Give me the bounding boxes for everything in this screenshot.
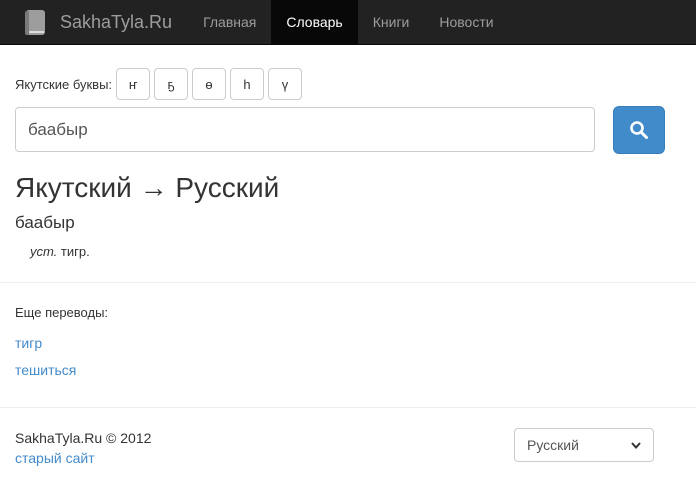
divider (0, 407, 696, 408)
result-meaning: уст. тигр. (30, 244, 90, 259)
more-translations-label: Еще переводы: (15, 305, 109, 320)
translation-link[interactable]: тешиться (15, 362, 76, 378)
old-site-link[interactable]: старый сайт (15, 450, 95, 466)
divider (0, 282, 696, 283)
nav-item-books[interactable]: Книги (358, 0, 425, 44)
translation-link[interactable]: тигр (15, 335, 42, 351)
chevron-down-icon (631, 441, 641, 449)
yakut-letters-bar: Якутские буквы: ҥ ҕ ө һ ү (15, 68, 306, 100)
nav-item-dictionary[interactable]: Словарь (271, 0, 358, 44)
book-icon (25, 9, 45, 35)
nav-item-news[interactable]: Новости (424, 0, 508, 44)
translation-text: тигр. (60, 244, 90, 259)
result-word: баабыр (15, 213, 75, 232)
yakut-letters-label: Якутские буквы: (15, 76, 113, 92)
letter-button[interactable]: ү (268, 68, 303, 100)
language-select[interactable]: Русский (514, 428, 654, 462)
navbar: SakhaTyla.Ru Главная Словарь Книги Новос… (0, 0, 696, 45)
letter-button[interactable]: һ (230, 68, 265, 100)
translation-direction-title: Якутский → Русский (15, 172, 280, 203)
language-select-value: Русский (527, 437, 579, 453)
nav-item-home[interactable]: Главная (188, 0, 271, 44)
usage-note: уст. (30, 244, 58, 259)
search-button[interactable] (613, 106, 665, 154)
search-icon (630, 121, 648, 139)
brand-link[interactable]: SakhaTyla.Ru (0, 0, 188, 44)
footer-copyright: SakhaTyla.Ru © 2012 (15, 430, 152, 446)
brand-name: SakhaTyla.Ru (60, 11, 173, 32)
letter-button[interactable]: ҥ (116, 68, 151, 100)
search-input[interactable] (15, 107, 595, 152)
letter-button[interactable]: ҕ (154, 68, 189, 100)
letter-button[interactable]: ө (192, 68, 227, 100)
